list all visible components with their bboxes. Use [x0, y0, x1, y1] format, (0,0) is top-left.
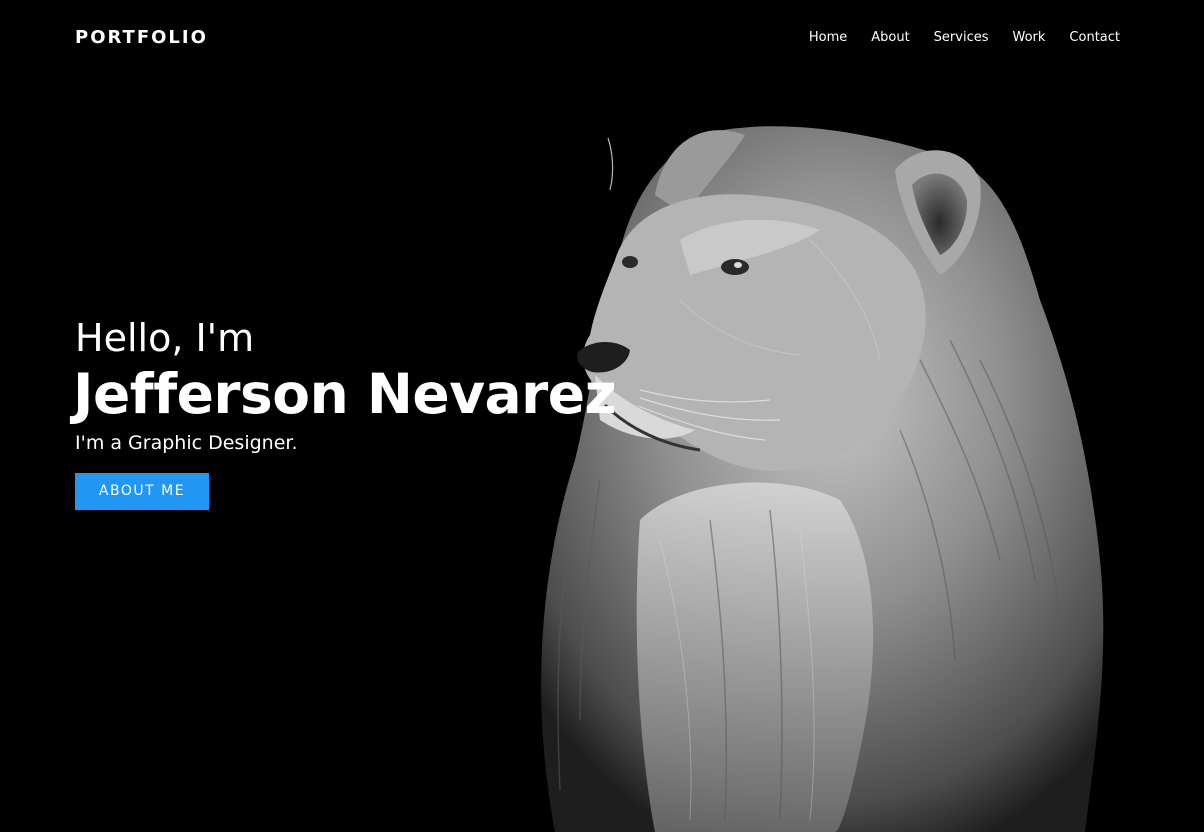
nav-link-contact[interactable]: Contact — [1069, 29, 1120, 46]
nav-link-services[interactable]: Services — [934, 29, 989, 46]
hero-role: I'm a Graphic Designer. — [75, 432, 298, 454]
nav-link-home[interactable]: Home — [809, 29, 847, 46]
logo[interactable]: PORTFOLIO — [75, 27, 208, 49]
nav-menu: Home About Services Work Contact — [809, 29, 1120, 46]
hero-name: Jefferson Nevarez — [73, 362, 617, 426]
hero-intro: Hello, I'm Jefferson Nevarez I'm a Graph… — [73, 316, 617, 510]
top-navbar: PORTFOLIO Home About Services Work Conta… — [0, 0, 1204, 76]
nav-link-about[interactable]: About — [871, 29, 909, 46]
hero-greeting: Hello, I'm — [75, 316, 255, 360]
about-me-button[interactable]: ABOUT ME — [75, 473, 209, 510]
nav-link-work[interactable]: Work — [1013, 29, 1046, 46]
